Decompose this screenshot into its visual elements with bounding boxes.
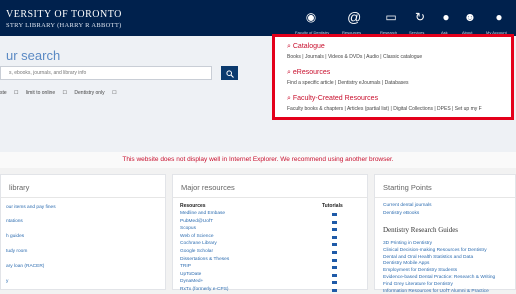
resources-heading: Major resources xyxy=(181,183,235,192)
guide-link[interactable]: Dentistry Mobile Apps xyxy=(383,261,429,266)
resource-link[interactable]: PubMed@UofT xyxy=(180,219,213,224)
library-link[interactable]: h guides xyxy=(6,234,24,239)
catalogue-desc[interactable]: Books | Journals | Videos & DVDs | Audio… xyxy=(287,54,422,60)
guide-link[interactable]: Evidence-based Dental Practice: Research… xyxy=(383,275,495,280)
divider xyxy=(375,197,515,198)
resource-link[interactable]: UpToDate xyxy=(180,272,201,277)
guide-link[interactable]: 3D Printing in Dentistry xyxy=(383,241,432,246)
resource-link[interactable]: Scopus xyxy=(180,226,196,231)
resource-link[interactable]: Dissertations & Theses xyxy=(180,257,229,262)
laptop-icon[interactable]: ▭ xyxy=(383,9,399,25)
starting-points-heading: Starting Points xyxy=(383,183,432,192)
tutorial-video-icon[interactable] xyxy=(332,228,337,232)
guide-link[interactable]: Dental and Oral Health Statistics and Da… xyxy=(383,255,473,260)
tutorial-video-icon[interactable] xyxy=(332,243,337,247)
top-banner: VERSITY OF TORONTO STRY LIBRARY (HARRY R… xyxy=(0,0,516,36)
tutorial-video-icon[interactable] xyxy=(332,289,337,292)
browser-warning: This website does not display well in In… xyxy=(0,152,516,168)
resources-column: Major resources xyxy=(172,174,368,290)
at-icon[interactable]: @ xyxy=(346,9,362,25)
library-link[interactable]: tudy room xyxy=(6,249,27,254)
resource-link[interactable]: Medline and Embase xyxy=(180,211,225,216)
resource-callout: ⌕ Catalogue Books | Journals | Videos & … xyxy=(272,34,514,120)
divider xyxy=(1,197,165,198)
tutorial-video-icon[interactable] xyxy=(332,235,337,239)
library-column: library xyxy=(0,174,166,290)
search-options: ste ☐ limit to online ☐ Dentistry only ☐ xyxy=(0,90,123,96)
tutorial-video-icon[interactable] xyxy=(332,213,337,216)
user-icon[interactable]: ● xyxy=(491,9,507,25)
guide-link[interactable]: Find Grey Literature for Dentistry xyxy=(383,282,453,287)
face-icon[interactable]: ☻ xyxy=(462,9,478,25)
guides-heading: Dentistry Research Guides xyxy=(383,226,459,234)
search-icon xyxy=(225,70,234,78)
option-online[interactable]: limit to online ☐ xyxy=(26,90,67,96)
resource-link[interactable]: TRIP xyxy=(180,264,191,269)
divider xyxy=(173,197,367,198)
library-heading: library xyxy=(9,183,30,192)
resources-subhead: Resources xyxy=(180,203,206,209)
guide-link[interactable]: Information Resources for UofT Alumni & … xyxy=(383,289,489,294)
library-link[interactable]: ntations xyxy=(6,219,23,224)
starting-link[interactable]: Current dental journals xyxy=(383,203,432,208)
library-link[interactable]: y xyxy=(6,279,8,284)
tutorial-video-icon[interactable] xyxy=(332,281,337,285)
option-site[interactable]: ste ☐ xyxy=(0,90,19,96)
search-input[interactable] xyxy=(0,66,212,80)
tutorial-video-icon[interactable] xyxy=(332,251,337,254)
guide-link[interactable]: Employment for Dentistry Students xyxy=(383,268,457,273)
catalogue-link[interactable]: ⌕ Catalogue xyxy=(287,43,325,51)
resource-link[interactable]: DynaMed+ xyxy=(180,279,203,284)
tutorials-subhead: Tutorials xyxy=(322,203,343,209)
tutorial-video-icon[interactable] xyxy=(332,220,337,224)
option-dentistry[interactable]: Dentistry only ☐ xyxy=(74,90,116,96)
eresources-link[interactable]: ⌕ eResources xyxy=(287,69,330,77)
tutorial-video-icon[interactable] xyxy=(332,266,337,270)
eresources-desc[interactable]: Find a specific article | Dentistry eJou… xyxy=(287,80,409,86)
faculty-resources-link[interactable]: ⌕ Faculty-Created Resources xyxy=(287,95,378,103)
resource-link[interactable]: Cochrane Library xyxy=(180,241,217,246)
university-name[interactable]: VERSITY OF TORONTO xyxy=(6,9,122,20)
starting-link[interactable]: Dentistry eBooks xyxy=(383,211,419,216)
resource-link[interactable]: Google Scholar xyxy=(180,249,213,254)
refresh-icon[interactable]: ↻ xyxy=(412,9,428,25)
guide-link[interactable]: Clinical Decision-making Resources for D… xyxy=(383,248,487,253)
library-link[interactable]: ary loan (RACER) xyxy=(6,264,44,269)
tutorial-video-icon[interactable] xyxy=(332,258,337,262)
faculty-resources-desc[interactable]: Faculty books & chapters | Articles (par… xyxy=(287,106,482,112)
library-link[interactable]: our items and pay fines xyxy=(6,205,56,210)
target-icon[interactable]: ◉ xyxy=(303,9,319,25)
search-button[interactable] xyxy=(221,66,238,80)
library-name[interactable]: STRY LIBRARY (HARRY R ABBOTT) xyxy=(6,22,122,29)
tutorial-video-icon[interactable] xyxy=(332,273,337,277)
search-title: ur search xyxy=(6,48,61,63)
resource-link[interactable]: Web of Science xyxy=(180,234,214,239)
chat-icon[interactable]: ● xyxy=(438,9,454,25)
